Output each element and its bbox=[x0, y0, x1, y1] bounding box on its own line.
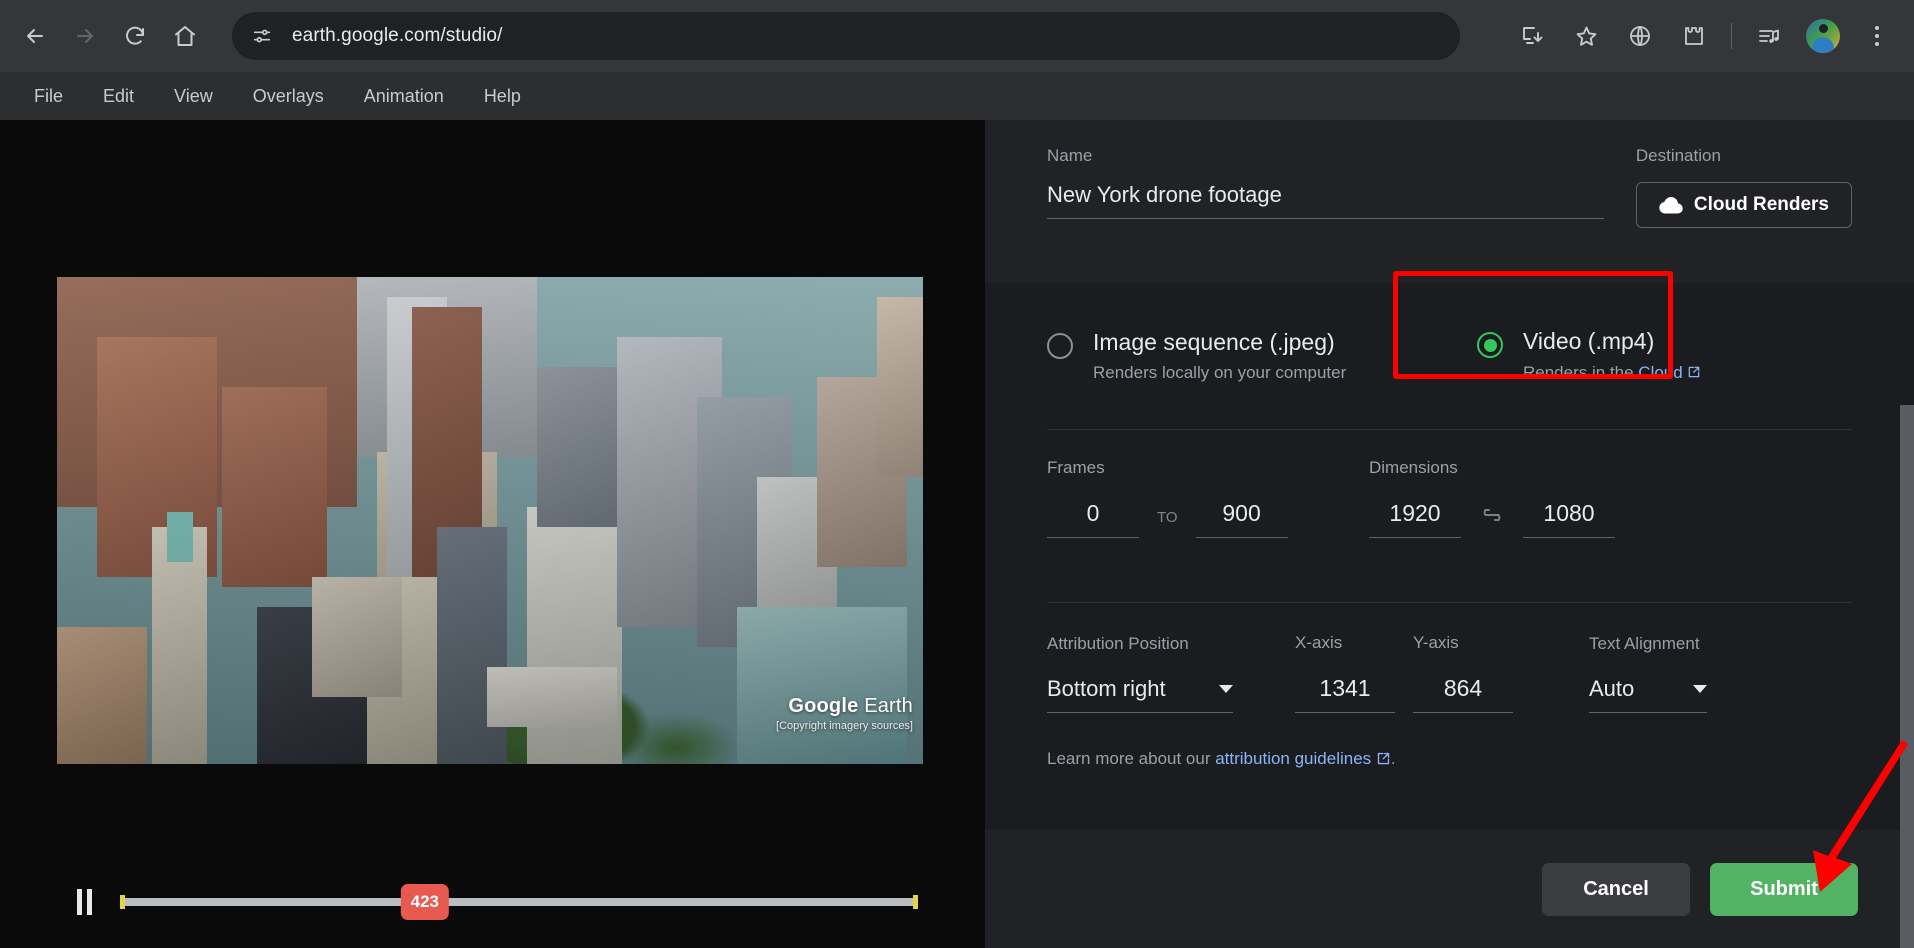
external-link-icon bbox=[1687, 364, 1701, 384]
name-input-value: New York drone footage bbox=[1047, 182, 1282, 207]
browser-actions bbox=[1505, 0, 1914, 72]
playback-controls: 423 bbox=[0, 856, 985, 948]
video-mp4-subtitle-prefix: Renders in the bbox=[1523, 362, 1639, 382]
menu-item-overlays[interactable]: Overlays bbox=[233, 80, 344, 113]
text-alignment-select[interactable]: Auto bbox=[1589, 676, 1707, 713]
link-icon[interactable] bbox=[1479, 507, 1505, 528]
menu-item-view[interactable]: View bbox=[154, 80, 233, 113]
external-link-icon-2 bbox=[1376, 751, 1391, 771]
chrome-menu-icon[interactable] bbox=[1855, 14, 1899, 58]
panel-footer: Cancel Submit bbox=[985, 830, 1914, 948]
image-sequence-title: Image sequence (.jpeg) bbox=[1093, 328, 1335, 355]
y-axis-label: Y-axis bbox=[1413, 633, 1459, 652]
text-alignment-label: Text Alignment bbox=[1589, 634, 1700, 653]
chevron-down-icon-2 bbox=[1693, 685, 1707, 693]
cloud-link[interactable]: Cloud bbox=[1638, 363, 1682, 382]
video-mp4-title: Video (.mp4) bbox=[1523, 328, 1655, 355]
text-alignment-value: Auto bbox=[1589, 676, 1635, 701]
app-menubar: File Edit View Overlays Animation Help bbox=[0, 72, 1914, 120]
app-root: earth.google.com/studio/ File Edit View … bbox=[0, 0, 1914, 948]
tune-icon[interactable] bbox=[244, 18, 280, 54]
learn-prefix: Learn more about our bbox=[1047, 749, 1216, 768]
frames-dimensions-section: Frames 0 TO 900 Dimensions 1920 1080 bbox=[985, 430, 1914, 602]
frames-to-label: TO bbox=[1157, 509, 1178, 526]
globe-icon[interactable] bbox=[1618, 14, 1662, 58]
preview-image[interactable]: Google Earth [Copyright imagery sources] bbox=[57, 277, 923, 764]
earth-viewport[interactable]: Google Earth [Copyright imagery sources]… bbox=[0, 120, 985, 948]
attribution-help-text: Learn more about our attribution guideli… bbox=[1047, 749, 1852, 771]
timeline-track[interactable] bbox=[120, 898, 918, 906]
browser-toolbar: earth.google.com/studio/ bbox=[0, 0, 1914, 72]
frames-start-input[interactable]: 0 bbox=[1047, 500, 1139, 538]
timeline-end-marker[interactable] bbox=[913, 895, 918, 909]
dimensions-group: Dimensions 1920 1080 bbox=[1369, 458, 1615, 538]
x-axis-label: X-axis bbox=[1295, 633, 1343, 652]
menu-item-help[interactable]: Help bbox=[464, 80, 541, 113]
name-field-group: Name New York drone footage bbox=[1047, 146, 1604, 219]
learn-suffix: . bbox=[1390, 749, 1396, 768]
name-label: Name bbox=[1047, 146, 1093, 165]
image-sequence-subtitle: Renders locally on your computer bbox=[1093, 363, 1347, 383]
attribution-position-select[interactable]: Bottom right bbox=[1047, 676, 1233, 713]
avatar[interactable] bbox=[1801, 14, 1845, 58]
cloud-renders-button[interactable]: Cloud Renders bbox=[1635, 182, 1852, 228]
image-sequence-radio[interactable] bbox=[1047, 332, 1073, 359]
submit-button[interactable]: Submit bbox=[1710, 862, 1858, 916]
frames-group: Frames 0 TO 900 bbox=[1047, 458, 1369, 538]
url-text[interactable]: earth.google.com/studio/ bbox=[292, 25, 502, 47]
bookmark-star-icon[interactable] bbox=[1564, 14, 1608, 58]
back-button[interactable] bbox=[14, 15, 56, 57]
text-alignment-group: Text Alignment Auto bbox=[1589, 634, 1759, 713]
image-sequence-option[interactable]: Image sequence (.jpeg) Renders locally o… bbox=[1047, 329, 1447, 383]
name-destination-section: Name New York drone footage Destination … bbox=[985, 120, 1914, 283]
forward-button[interactable] bbox=[64, 15, 106, 57]
avatar-image bbox=[1806, 19, 1840, 53]
attribution-position-label: Attribution Position bbox=[1047, 634, 1189, 653]
x-axis-group: X-axis 1341 bbox=[1295, 633, 1413, 713]
menu-item-animation[interactable]: Animation bbox=[344, 80, 464, 113]
timeline-playhead[interactable]: 423 bbox=[400, 884, 450, 920]
media-playlist-icon[interactable] bbox=[1747, 14, 1791, 58]
address-bar[interactable]: earth.google.com/studio/ bbox=[232, 12, 1460, 60]
dimensions-label: Dimensions bbox=[1369, 458, 1458, 477]
dimensions-width-input[interactable]: 1920 bbox=[1369, 500, 1461, 538]
attribution-section: Attribution Position Bottom right X-axis… bbox=[985, 603, 1914, 799]
menu-item-edit[interactable]: Edit bbox=[83, 80, 154, 113]
cloud-icon bbox=[1659, 196, 1683, 214]
video-mp4-option[interactable]: Video (.mp4) Renders in the Cloud bbox=[1477, 328, 1701, 383]
menu-item-file[interactable]: File bbox=[14, 80, 83, 113]
cloud-renders-label: Cloud Renders bbox=[1693, 194, 1829, 215]
chevron-down-icon bbox=[1219, 685, 1233, 693]
render-settings-panel: Name New York drone footage Destination … bbox=[985, 120, 1914, 948]
timeline-start-marker[interactable] bbox=[120, 895, 125, 909]
x-axis-input[interactable]: 1341 bbox=[1295, 675, 1395, 713]
frames-end-input[interactable]: 900 bbox=[1195, 500, 1288, 538]
pause-button[interactable] bbox=[62, 880, 106, 924]
panel-scrollbar[interactable] bbox=[1900, 405, 1914, 948]
timeline-scrubber[interactable]: 423 bbox=[120, 884, 918, 920]
destination-label: Destination bbox=[1635, 146, 1721, 165]
frames-label: Frames bbox=[1047, 458, 1105, 477]
name-input[interactable]: New York drone footage bbox=[1047, 182, 1604, 219]
reload-button[interactable] bbox=[114, 15, 156, 57]
y-axis-group: Y-axis 864 bbox=[1413, 633, 1589, 713]
destination-group: Destination Cloud Renders bbox=[1635, 146, 1852, 228]
y-axis-input[interactable]: 864 bbox=[1413, 675, 1513, 713]
toolbar-divider bbox=[1731, 23, 1732, 49]
extensions-icon[interactable] bbox=[1672, 14, 1716, 58]
install-app-icon[interactable] bbox=[1510, 14, 1554, 58]
format-section: Image sequence (.jpeg) Renders locally o… bbox=[985, 271, 1914, 429]
attribution-position-value: Bottom right bbox=[1047, 676, 1166, 701]
video-mp4-radio[interactable] bbox=[1477, 332, 1503, 359]
attribution-position-group: Attribution Position Bottom right bbox=[1047, 634, 1295, 713]
attribution-guidelines-link[interactable]: attribution guidelines bbox=[1215, 749, 1371, 768]
cancel-button[interactable]: Cancel bbox=[1542, 862, 1690, 916]
video-mp4-subtitle: Renders in the Cloud bbox=[1523, 363, 1701, 384]
aerial-city-imagery bbox=[57, 277, 923, 764]
home-button[interactable] bbox=[164, 15, 206, 57]
dimensions-height-input[interactable]: 1080 bbox=[1523, 500, 1615, 538]
